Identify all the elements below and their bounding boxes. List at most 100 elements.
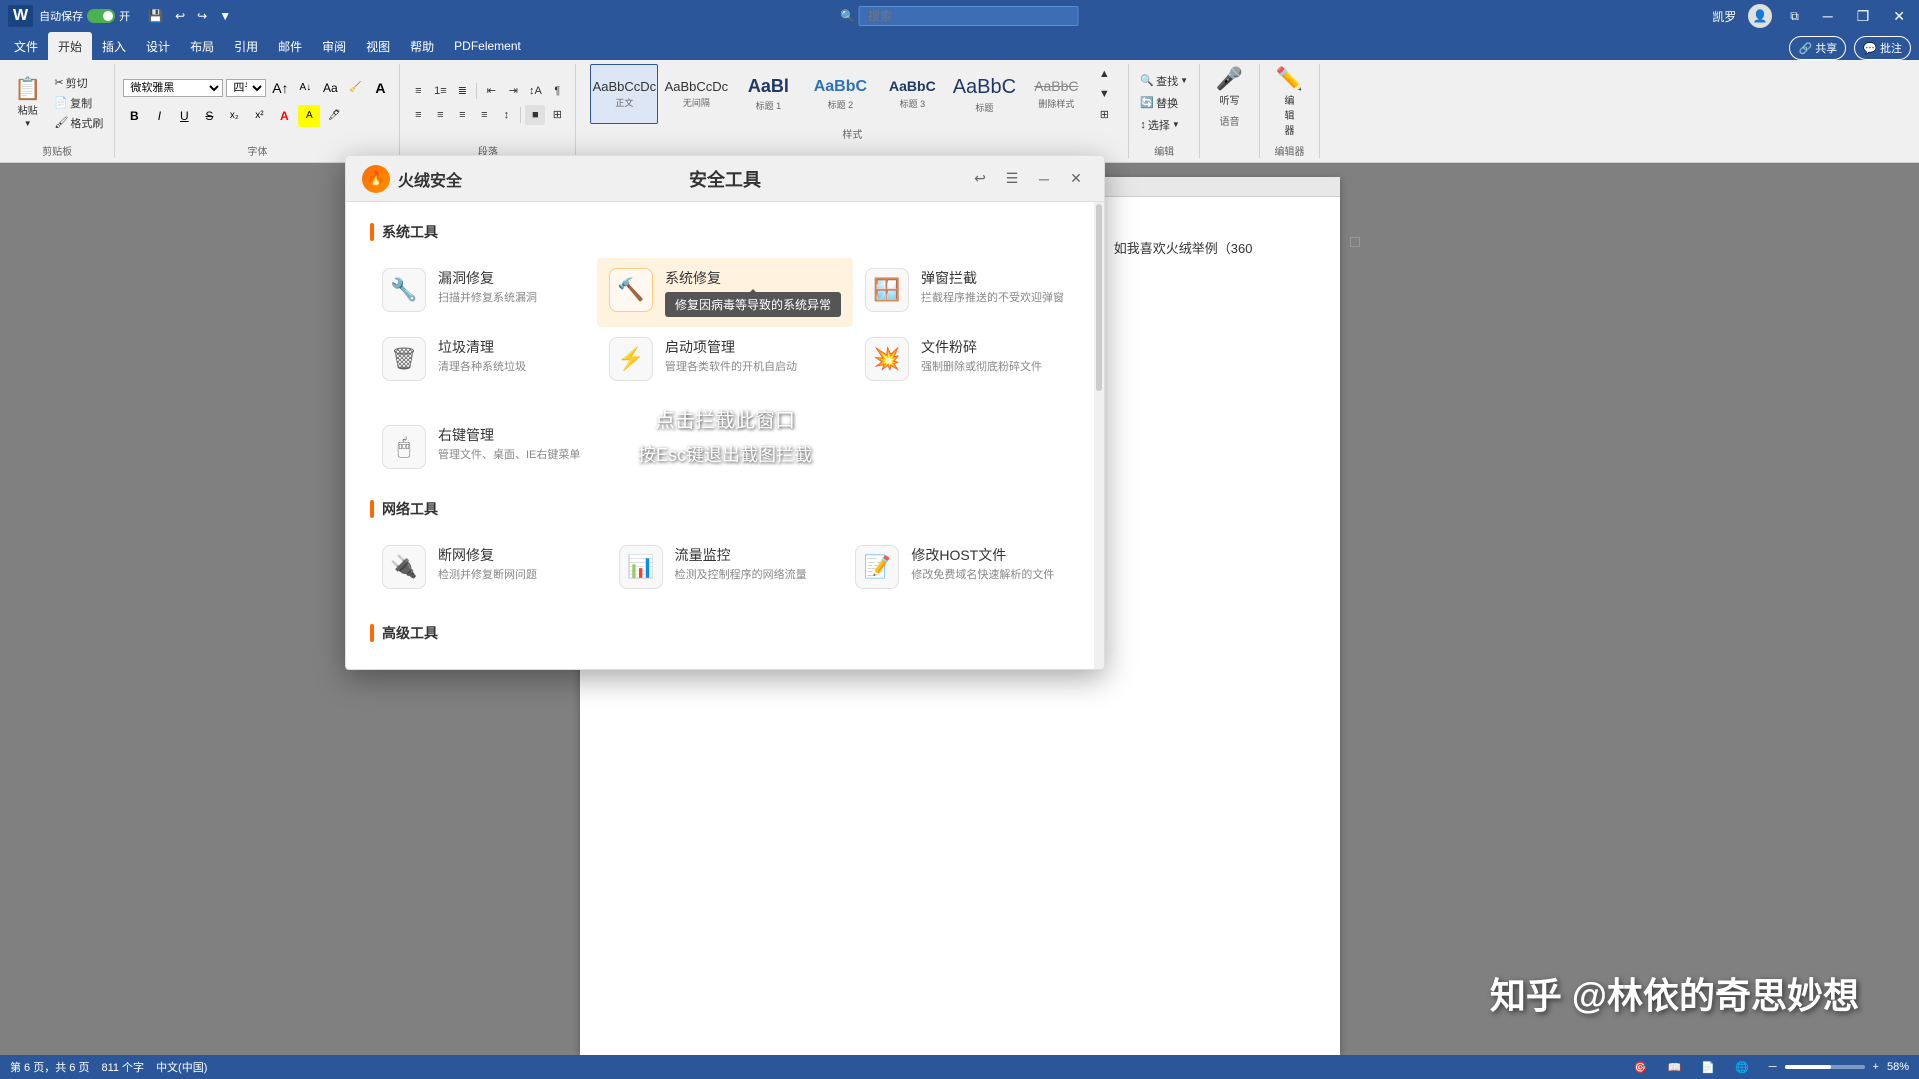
increase-indent-btn[interactable]: ⇥: [503, 81, 523, 101]
select-button[interactable]: ↕ 选择 ▼: [1137, 116, 1191, 134]
tool-startup[interactable]: ⚡ 启动项管理 管理各类软件的开机自启动: [597, 327, 853, 391]
tab-insert[interactable]: 插入: [92, 32, 136, 60]
show-marks-btn[interactable]: ¶: [547, 81, 567, 101]
tool-fei[interactable]: 🔩 非工具: [492, 659, 614, 669]
dialog-restore-btn[interactable]: ↩: [968, 167, 992, 191]
share-btn[interactable]: 🔗 共享: [1789, 36, 1846, 60]
tab-view[interactable]: 视图: [356, 32, 400, 60]
subscript-btn[interactable]: x₂: [223, 105, 245, 127]
comments-btn[interactable]: 💬 批注: [1854, 36, 1911, 60]
underline-btn[interactable]: U: [173, 105, 195, 127]
tool-traffic[interactable]: 📊 流量监控 检测及控制程序的网络流量: [607, 535, 844, 599]
tab-help[interactable]: 帮助: [400, 32, 444, 60]
numbered-list-btn[interactable]: 1≡: [430, 81, 450, 101]
sort-btn[interactable]: ↕A: [525, 81, 545, 101]
style-no-space[interactable]: AaBbCcDc 无间隔: [662, 64, 730, 124]
align-left-btn[interactable]: ≡: [408, 105, 428, 125]
sys-repair-icon: 🔨: [617, 277, 644, 303]
vuln-fix-info: 漏洞修复 扫描并修复系统漏洞: [438, 268, 585, 306]
paste-button[interactable]: 📋 粘贴 ▼: [8, 74, 47, 132]
dialog-close-btn[interactable]: ✕: [1064, 167, 1088, 191]
zoom-slider[interactable]: [1785, 1065, 1865, 1069]
tab-pdfelement[interactable]: PDFelement: [444, 32, 531, 60]
tool-vuln-fix[interactable]: 🔧 漏洞修复 扫描并修复系统漏洞: [370, 258, 597, 327]
more-qa-btn[interactable]: ▼: [215, 7, 235, 25]
print-layout-btn[interactable]: 📄: [1697, 1059, 1719, 1076]
dialog-menu-btn[interactable]: ☰: [1000, 167, 1024, 191]
style-normal[interactable]: AaBbCcDc 正文: [590, 64, 658, 124]
user-avatar[interactable]: 👤: [1748, 4, 1772, 28]
line-spacing-btn[interactable]: ↕: [496, 105, 516, 125]
redo-btn[interactable]: ↪: [193, 7, 211, 25]
web-layout-btn[interactable]: 🌐: [1731, 1059, 1753, 1076]
multilevel-list-btn[interactable]: ≣: [452, 81, 472, 101]
align-center-btn[interactable]: ≡: [430, 105, 450, 125]
find-button[interactable]: 🔍 查找 ▼: [1137, 72, 1191, 90]
style-up-btn[interactable]: ▲: [1094, 64, 1114, 84]
dialog-minimize-btn[interactable]: ─: [1032, 167, 1056, 191]
strikethrough-btn[interactable]: S: [198, 105, 220, 127]
superscript-btn[interactable]: x²: [248, 105, 270, 127]
search-input[interactable]: [859, 6, 1079, 26]
tab-layout[interactable]: 布局: [180, 32, 224, 60]
style-expand-btn[interactable]: ⊞: [1094, 104, 1114, 124]
tab-design[interactable]: 设计: [136, 32, 180, 60]
minimize-btn[interactable]: ─: [1817, 6, 1839, 26]
style-normal-preview: AaBbCcDc: [593, 79, 657, 95]
copy-button[interactable]: 📄 复制: [51, 94, 106, 112]
replace-button[interactable]: 🔄 替换: [1137, 94, 1191, 112]
style-heading2[interactable]: AaBbC 标题 2: [806, 64, 874, 124]
font-name-select[interactable]: 微软雅黑: [123, 79, 223, 97]
tab-file[interactable]: 文件: [4, 32, 48, 60]
tool-trash-clean[interactable]: 🗑 垃圾清理 清理各种系统垃圾: [370, 327, 597, 391]
style-down-btn[interactable]: ▼: [1094, 84, 1114, 104]
maximize-btn[interactable]: ❐: [1851, 6, 1876, 27]
char-shading-btn[interactable]: 🖊: [323, 105, 345, 127]
autosave-toggle[interactable]: [87, 9, 115, 23]
zoom-in-btn[interactable]: +: [1869, 1059, 1883, 1075]
dictate-button[interactable]: 🎤 听写: [1210, 64, 1249, 111]
style-delete[interactable]: AaBbC 删除样式: [1022, 64, 1090, 124]
focus-mode-btn[interactable]: 🎯: [1630, 1059, 1652, 1076]
tab-review[interactable]: 审阅: [312, 32, 356, 60]
tool-rightclick[interactable]: 🖱 右键管理 管理文件、桌面、IE右键菜单: [370, 415, 607, 479]
format-brush-button[interactable]: 🖌 格式刷: [51, 114, 106, 132]
tool-file-shred[interactable]: 💥 文件粉碎 强制删除或彻底粉碎文件: [853, 327, 1080, 391]
read-mode-btn[interactable]: 📖: [1664, 1059, 1686, 1076]
tab-references[interactable]: 引用: [224, 32, 268, 60]
border-btn[interactable]: ⊞: [547, 105, 567, 125]
save-btn[interactable]: 💾: [144, 7, 167, 25]
bullet-list-btn[interactable]: ≡: [408, 81, 428, 101]
font-color-btn[interactable]: A: [273, 105, 295, 127]
restore-window-btn[interactable]: ⧉: [1784, 7, 1805, 26]
align-right-btn[interactable]: ≡: [452, 105, 472, 125]
font-size-select[interactable]: 四号: [226, 79, 266, 97]
dialog-scrollbar[interactable]: [1094, 202, 1104, 669]
highlight-btn[interactable]: A: [298, 105, 320, 127]
tool-popup-block[interactable]: 🪟 弹窗拦截 拦截程序推送的不受欢迎弹窗: [853, 258, 1080, 327]
tool-net-fix[interactable]: 🔌 断网修复 检测并修复断网问题: [370, 535, 607, 599]
style-title[interactable]: AaBbC 标题: [950, 64, 1018, 124]
case-btn[interactable]: Aa: [319, 77, 341, 99]
italic-btn[interactable]: I: [148, 105, 170, 127]
tab-mail[interactable]: 邮件: [268, 32, 312, 60]
undo-btn[interactable]: ↩: [171, 7, 189, 25]
shading-btn[interactable]: ■: [525, 105, 545, 125]
bold-btn[interactable]: B: [123, 105, 145, 127]
style-heading1[interactable]: AaBl 标题 1: [734, 64, 802, 124]
zoom-out-btn[interactable]: ─: [1765, 1059, 1781, 1075]
cut-button[interactable]: ✂ 剪切: [51, 74, 106, 92]
clear-format-btn[interactable]: 🧹: [344, 77, 366, 99]
justify-btn[interactable]: ≡: [474, 105, 494, 125]
style-heading3[interactable]: AaBbC 标题 3: [878, 64, 946, 124]
font-A-btn[interactable]: A: [369, 77, 391, 99]
tool-huorongjian[interactable]: ⚔ 火绒剑: [370, 659, 492, 669]
font-shrink-btn[interactable]: A↓: [294, 77, 316, 99]
tool-hosts[interactable]: 📝 修改HOST文件 修改免费域名快速解析的文件: [843, 535, 1080, 599]
close-window-btn[interactable]: ✕: [1887, 6, 1911, 27]
editor-button[interactable]: ✏️ 编辑器: [1270, 64, 1309, 141]
tab-home[interactable]: 开始: [48, 32, 92, 60]
tool-sys-repair[interactable]: 🔨 系统修复 修复因病毒等导致的系统异常: [597, 258, 853, 327]
decrease-indent-btn[interactable]: ⇤: [481, 81, 501, 101]
font-grow-btn[interactable]: A↑: [269, 77, 291, 99]
